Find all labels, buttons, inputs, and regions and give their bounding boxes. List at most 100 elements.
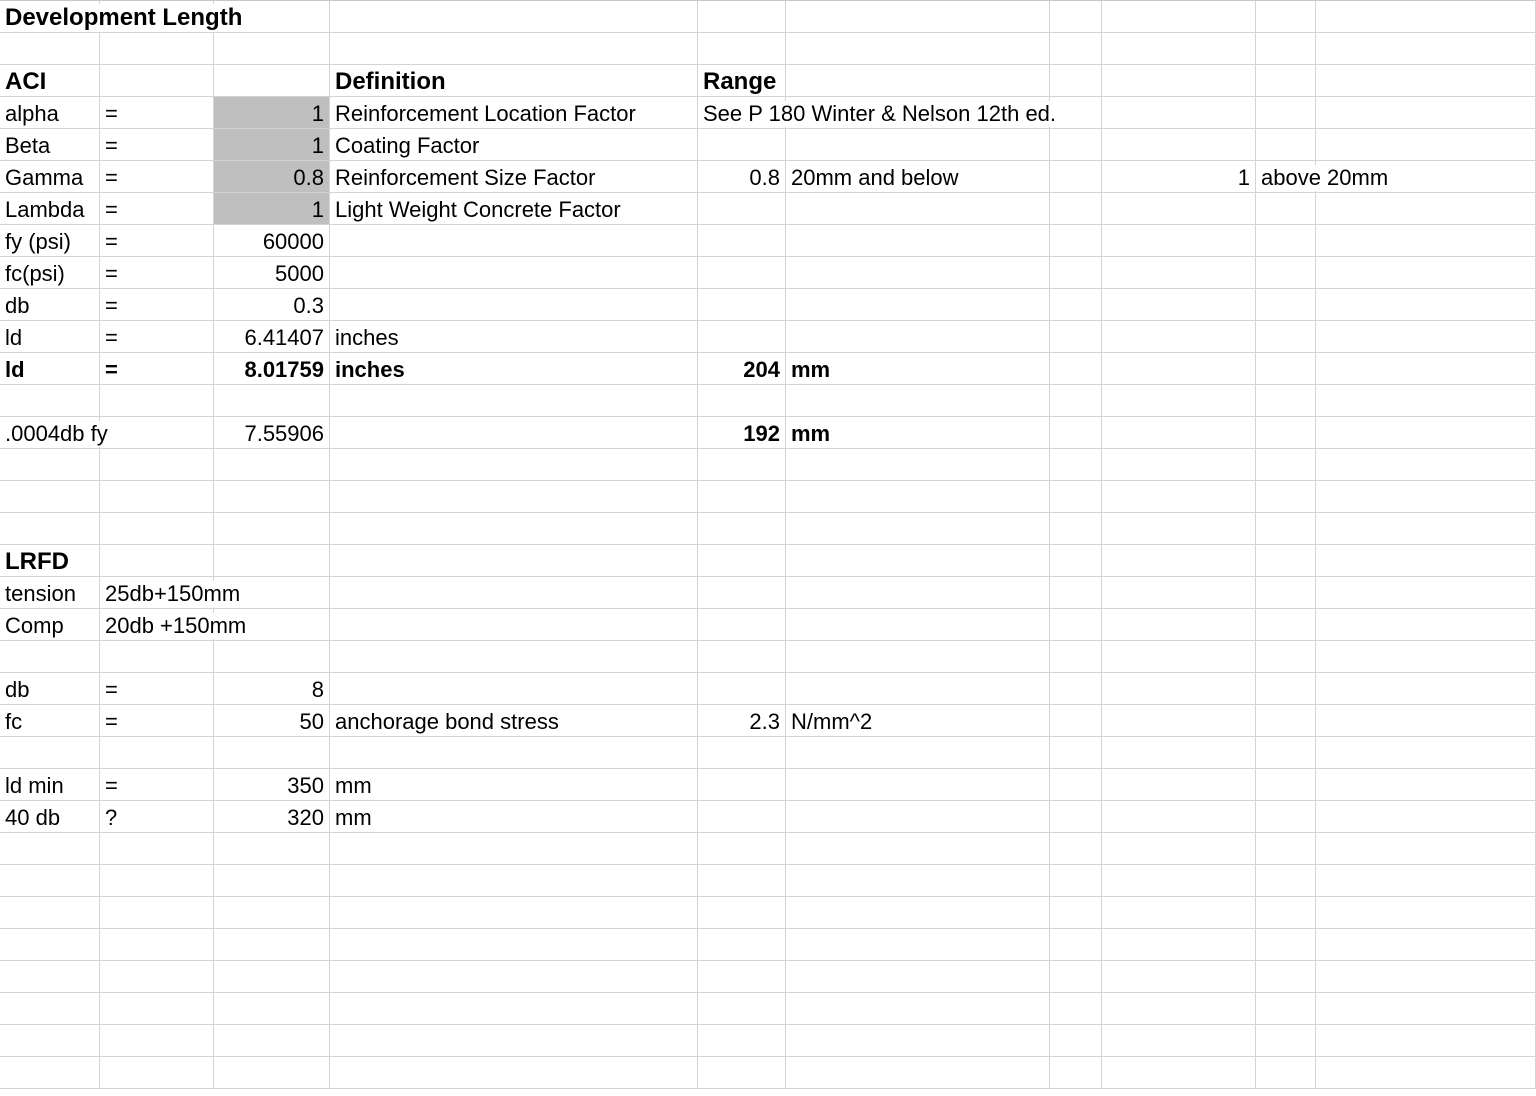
val-anchorage[interactable]: 2.3 [698,705,786,737]
cell-r4-c6[interactable] [1050,129,1102,161]
cell-r2-c7[interactable] [1102,65,1256,97]
label-40db[interactable]: 40 db [0,801,100,833]
cell-r33-c5[interactable] [786,1057,1050,1089]
cell-r6-c1[interactable]: = [100,193,214,225]
cell-r17-c6[interactable] [1050,545,1102,577]
cell-r28-c6[interactable] [1050,897,1102,929]
label-gamma[interactable]: Gamma [0,161,100,193]
cell-r13-c8[interactable] [1256,417,1316,449]
cell-r17-c9[interactable] [1316,545,1536,577]
cell-r12-c8[interactable] [1256,385,1316,417]
label-lrfd-db[interactable]: db [0,673,100,705]
label-lambda[interactable]: Lambda [0,193,100,225]
cell-r0-c3[interactable] [330,1,698,33]
cell-r17-c1[interactable] [100,545,214,577]
cell-r29-c0[interactable] [0,929,100,961]
cell-r24-c9[interactable] [1316,769,1536,801]
cell-r10-c5[interactable] [786,321,1050,353]
cell-r30-c7[interactable] [1102,961,1256,993]
cell-r11-c8[interactable] [1256,353,1316,385]
cell-r12-c9[interactable] [1316,385,1536,417]
cell-r17-c3[interactable] [330,545,698,577]
cell-r28-c4[interactable] [698,897,786,929]
cell-r24-c3[interactable]: mm [330,769,698,801]
cell-r1-c0[interactable] [0,33,100,65]
cell-r28-c7[interactable] [1102,897,1256,929]
cell-r16-c1[interactable] [100,513,214,545]
cell-r27-c0[interactable] [0,865,100,897]
cell-r1-c3[interactable] [330,33,698,65]
cell-r27-c3[interactable] [330,865,698,897]
cell-r18-c3[interactable] [330,577,698,609]
cell-r29-c1[interactable] [100,929,214,961]
cell-r12-c1[interactable] [100,385,214,417]
range-alpha[interactable]: See P 180 Winter & Nelson 12th ed. [698,97,786,129]
cell-r8-c7[interactable] [1102,257,1256,289]
gamma-range2-text[interactable]: above 20mm [1256,161,1316,193]
cell-r31-c8[interactable] [1256,993,1316,1025]
cell-r13-c6[interactable] [1050,417,1102,449]
cell-r19-c6[interactable] [1050,609,1102,641]
cell-r20-c1[interactable] [100,641,214,673]
cell-r24-c8[interactable] [1256,769,1316,801]
cell-r31-c7[interactable] [1102,993,1256,1025]
cell-r21-c8[interactable] [1256,673,1316,705]
spreadsheet-grid[interactable]: Development LengthACIDefinitionRangealph… [0,0,1536,1096]
cell-r23-c4[interactable] [698,737,786,769]
cell-r15-c9[interactable] [1316,481,1536,513]
cell-r13-c1[interactable] [100,417,214,449]
cell-r12-c5[interactable] [786,385,1050,417]
cell-r12-c0[interactable] [0,385,100,417]
cell-r13-c7[interactable] [1102,417,1256,449]
cell-r0-c4[interactable] [698,1,786,33]
cell-r32-c9[interactable] [1316,1025,1536,1057]
cell-r24-c7[interactable] [1102,769,1256,801]
gamma-range2-val[interactable]: 1 [1102,161,1256,193]
cell-r18-c5[interactable] [786,577,1050,609]
cell-r7-c1[interactable]: = [100,225,214,257]
cell-r9-c8[interactable] [1256,289,1316,321]
cell-r26-c5[interactable] [786,833,1050,865]
cell-r25-c8[interactable] [1256,801,1316,833]
cell-r7-c3[interactable] [330,225,698,257]
cell-r10-c9[interactable] [1316,321,1536,353]
label-fy[interactable]: fy (psi) [0,225,100,257]
cell-r14-c1[interactable] [100,449,214,481]
label-ldmin[interactable]: ld min [0,769,100,801]
cell-r32-c1[interactable] [100,1025,214,1057]
cell-r27-c7[interactable] [1102,865,1256,897]
cell-r28-c5[interactable] [786,897,1050,929]
cell-r2-c5[interactable] [786,65,1050,97]
val-lambda[interactable]: 1 [214,193,330,225]
cell-r18-c8[interactable] [1256,577,1316,609]
cell-r27-c6[interactable] [1050,865,1102,897]
cell-r14-c8[interactable] [1256,449,1316,481]
cell-r23-c7[interactable] [1102,737,1256,769]
cell-r33-c8[interactable] [1256,1057,1316,1089]
cell-r30-c6[interactable] [1050,961,1102,993]
cell-r1-c7[interactable] [1102,33,1256,65]
label-ld1[interactable]: ld [0,321,100,353]
cell-r15-c3[interactable] [330,481,698,513]
cell-r29-c8[interactable] [1256,929,1316,961]
cell-r1-c6[interactable] [1050,33,1102,65]
cell-r18-c6[interactable] [1050,577,1102,609]
cell-r17-c5[interactable] [786,545,1050,577]
cell-r15-c8[interactable] [1256,481,1316,513]
cell-r24-c6[interactable] [1050,769,1102,801]
cell-r33-c4[interactable] [698,1057,786,1089]
val-dbfy[interactable]: 7.55906 [214,417,330,449]
cell-r16-c8[interactable] [1256,513,1316,545]
cell-r9-c4[interactable] [698,289,786,321]
cell-r27-c8[interactable] [1256,865,1316,897]
cell-r4-c7[interactable] [1102,129,1256,161]
label-fc[interactable]: fc(psi) [0,257,100,289]
cell-r11-c7[interactable] [1102,353,1256,385]
cell-r21-c4[interactable] [698,673,786,705]
cell-r28-c3[interactable] [330,897,698,929]
label-beta[interactable]: Beta [0,129,100,161]
val-fc[interactable]: 5000 [214,257,330,289]
cell-r28-c8[interactable] [1256,897,1316,929]
cell-r29-c7[interactable] [1102,929,1256,961]
cell-r23-c8[interactable] [1256,737,1316,769]
